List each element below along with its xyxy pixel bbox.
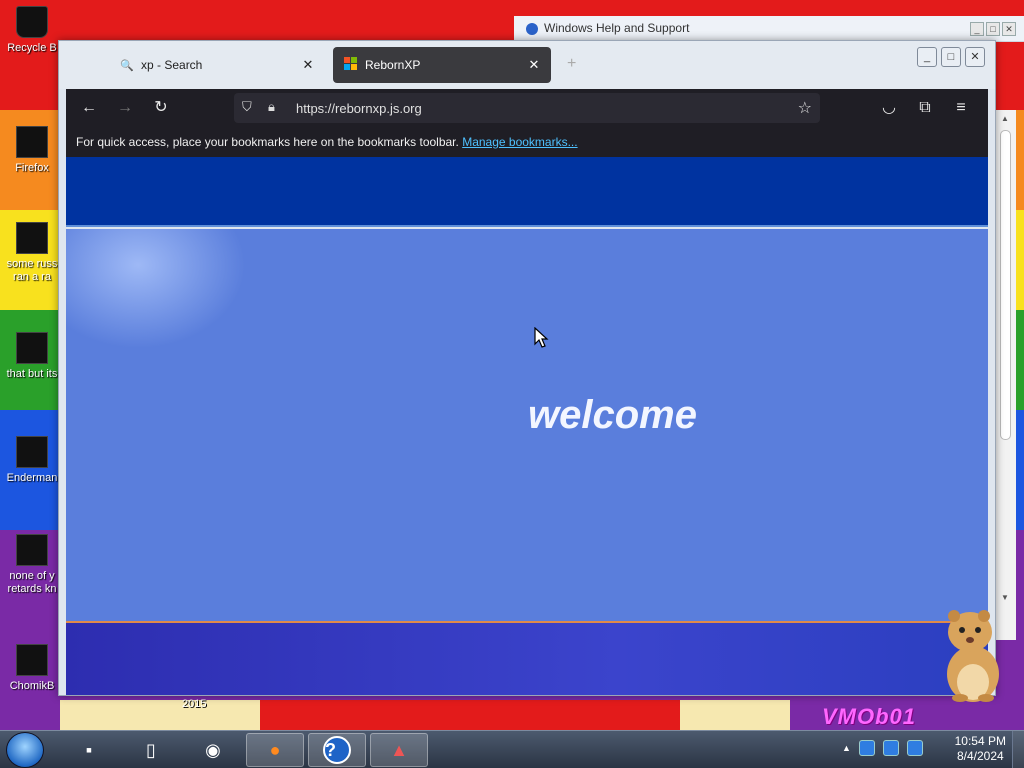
search-icon: 🔍 <box>120 59 134 72</box>
bookmarks-toolbar: For quick access, place your bookmarks h… <box>66 127 988 157</box>
system-tray: ▲ 10:54 PM 8/4/2024 <box>842 731 1024 768</box>
tab-rebornxp[interactable]: RebornXP ✕ <box>333 47 551 83</box>
url-text[interactable]: https://rebornxp.js.org <box>296 101 422 116</box>
plus-icon[interactable]: + <box>567 55 576 73</box>
help-window-title: Windows Help and Support <box>544 21 690 35</box>
reload-icon[interactable]: ↻ <box>150 97 172 119</box>
desktop-icon-label: Enderman <box>6 472 58 484</box>
page-footer-band <box>66 621 988 695</box>
tab-label: RebornXP <box>365 58 421 72</box>
tab-close-icon[interactable]: ✕ <box>527 57 541 73</box>
clock-date: 8/4/2024 <box>956 749 1004 763</box>
close-button[interactable]: ✕ <box>965 47 985 67</box>
window-icon <box>16 436 48 468</box>
app-icon: ▲ <box>390 739 408 760</box>
terminal-icon: ▪ <box>85 739 93 760</box>
scroll-up-icon[interactable]: ▲ <box>1001 114 1009 123</box>
mouse-cursor-icon <box>534 327 549 348</box>
desktop-icon-file-2[interactable]: none of y retards kn <box>2 534 62 596</box>
start-button[interactable] <box>6 732 44 768</box>
back-arrow-icon[interactable]: ← <box>78 97 100 119</box>
help-icon <box>526 23 538 35</box>
desktop-icon-label: that but its <box>6 368 58 380</box>
taskbar-item-help[interactable]: ? <box>308 733 366 767</box>
manage-bookmarks-link[interactable]: Manage bookmarks... <box>462 135 577 149</box>
welcome-text: welcome <box>528 393 697 437</box>
scroll-down-icon[interactable]: ▼ <box>1001 593 1009 602</box>
shield-icon[interactable]: ⛉ <box>242 99 258 115</box>
url-bar[interactable]: ⛉ 🔒︎ https://rebornxp.js.org ☆ <box>234 93 820 123</box>
wallpaper-art <box>260 700 680 730</box>
desktop-icon-label: Recycle B <box>7 42 57 54</box>
desktop-icon-label: Firefox <box>15 162 49 174</box>
firefox-icon <box>16 126 48 158</box>
watermark-text: VMOb01 <box>822 704 917 729</box>
show-hidden-icons-icon[interactable]: ▲ <box>842 740 851 756</box>
menu-icon[interactable]: ≡ <box>950 97 972 119</box>
help-window-titlebar[interactable]: Windows Help and Support _ □ ✕ <box>514 16 1024 42</box>
desktop-icon-label: ChomikB <box>9 680 55 692</box>
show-desktop-button[interactable] <box>1012 731 1024 768</box>
extensions-icon[interactable]: ⧉ <box>914 97 936 119</box>
firefox-icon: ● <box>269 739 281 760</box>
minimize-button[interactable]: _ <box>970 22 984 36</box>
tablet-icon: ▯ <box>146 739 156 760</box>
desktop-icon-file[interactable]: some russ ran a ra <box>2 222 62 284</box>
page-content[interactable]: welcome <box>66 157 988 695</box>
maximize-button[interactable]: □ <box>941 47 961 67</box>
tray-app-icon[interactable] <box>858 740 875 756</box>
desktop-icon-chomik[interactable]: ChomikB <box>2 644 62 693</box>
desktop-icon-label: none of y retards kn <box>7 570 57 595</box>
taskbar-item-firefox[interactable]: ● <box>246 733 304 767</box>
volume-icon[interactable] <box>906 740 923 756</box>
windows-logo-icon <box>343 56 359 74</box>
desktop-icon-firefox[interactable]: Firefox <box>2 126 62 175</box>
taskbar-item-app[interactable]: ▲ <box>370 733 428 767</box>
network-icon[interactable] <box>882 740 899 756</box>
recycle-bin-icon <box>16 6 48 38</box>
tab-label: xp - Search <box>141 58 203 72</box>
help-window-scrollbar[interactable]: ▲ ▼ <box>994 110 1016 640</box>
minimize-button[interactable]: _ <box>917 47 937 67</box>
tray-icons: ▲ <box>842 740 923 756</box>
taskbar-item-globe[interactable]: ◉ <box>184 733 242 767</box>
scroll-thumb[interactable] <box>1000 130 1011 440</box>
pocket-icon[interactable]: ◡ <box>878 97 900 119</box>
tab-search[interactable]: 🔍 xp - Search ✕ <box>109 47 325 83</box>
window-icon <box>16 644 48 676</box>
clock-time: 10:54 PM <box>954 734 1006 748</box>
window-controls: _ □ ✕ <box>917 47 985 67</box>
file-icon <box>16 534 48 566</box>
tab-close-icon[interactable]: ✕ <box>301 57 315 73</box>
firefox-titlebar[interactable]: 🔍 xp - Search ✕ RebornXP ✕ + _ □ ✕ <box>59 41 995 89</box>
folder-icon <box>16 332 48 364</box>
globe-icon: ◉ <box>205 739 221 760</box>
page-glow <box>66 229 246 349</box>
bookmarks-hint: For quick access, place your bookmarks h… <box>76 135 459 149</box>
page-header-band <box>66 157 988 227</box>
desktop-icon-label: some russ ran a ra <box>6 258 58 283</box>
close-button[interactable]: ✕ <box>1002 22 1016 36</box>
taskbar-item-tablet[interactable]: ▯ <box>122 733 180 767</box>
firefox-window: 🔍 xp - Search ✕ RebornXP ✕ + _ □ ✕ ← → ↻… <box>58 40 996 696</box>
forward-arrow-icon[interactable]: → <box>114 97 136 119</box>
hamster-mascot <box>947 610 999 702</box>
desktop-icon-enderman[interactable]: Enderman <box>2 436 62 485</box>
wallpaper-art <box>60 700 260 730</box>
wallpaper-art <box>680 700 790 730</box>
taskbar-item-terminal[interactable]: ▪ <box>60 733 118 767</box>
lock-icon[interactable]: 🔒︎ <box>268 99 284 115</box>
star-icon[interactable]: ☆ <box>798 98 812 118</box>
desktop-icon-folder[interactable]: that but its <box>2 332 62 381</box>
help-window-controls: _ □ ✕ <box>968 21 1016 36</box>
desktop-icon-recycle-bin[interactable]: Recycle B <box>2 6 62 55</box>
clock[interactable]: 10:54 PM 8/4/2024 <box>955 734 1006 764</box>
taskbar: ▪ ▯ ◉ ● ? ▲ ▲ 10:54 PM 8/4/2024 <box>0 730 1024 768</box>
navigation-toolbar: ← → ↻ ⛉ 🔒︎ https://rebornxp.js.org ☆ ◡ ⧉… <box>66 89 988 127</box>
help-icon: ? <box>323 736 351 764</box>
file-icon <box>16 222 48 254</box>
wallpaper-year-text: 2015 <box>182 698 207 710</box>
maximize-button[interactable]: □ <box>986 22 1000 36</box>
